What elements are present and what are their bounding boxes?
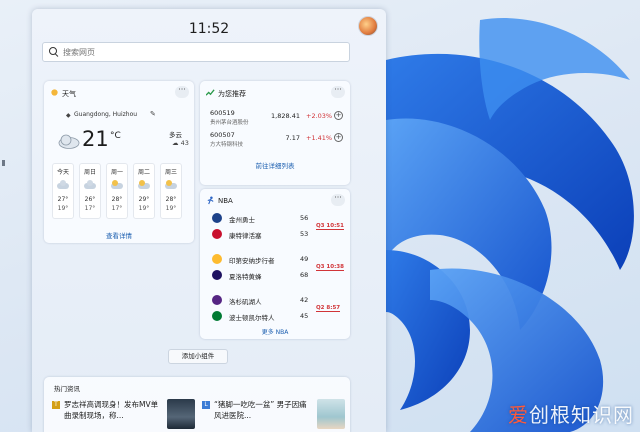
match-row[interactable]: 金州勇士 56 康特律活塞 53 Q3 10:51 <box>212 211 348 243</box>
basketball-player-icon <box>207 196 214 205</box>
partly-sunny-icon <box>138 180 150 190</box>
team-logo-icon <box>212 229 222 239</box>
team-logo-icon <box>212 254 222 264</box>
cloud-icon <box>58 134 80 149</box>
game-status: Q3 10:38 <box>316 264 344 271</box>
stock-chart-icon <box>206 89 215 96</box>
forecast-day[interactable]: 周三 28° 19° <box>160 163 182 219</box>
news-thumbnail <box>167 399 195 429</box>
game-status: Q2 8:57 <box>316 305 341 312</box>
news-source-icon: L <box>202 401 210 409</box>
news-thumbnail <box>317 399 345 429</box>
team-logo-icon <box>212 295 222 305</box>
match-row[interactable]: 印第安纳步行者 49 夏洛特黄蜂 68 Q3 10:38 <box>212 252 348 284</box>
team-logo-icon <box>212 311 222 321</box>
stock-row[interactable]: 600507 方大特钢科技 7.17 +1.41% + <box>210 131 343 151</box>
add-widget-button[interactable]: 添加小组件 <box>168 349 228 364</box>
stocks-card[interactable]: 为您推荐 ··· 600519 贵州茅台酒股份 1,828.41 +2.03% … <box>200 81 350 185</box>
forecast-strip: 今天 27° 19° 周日 26° 17° 周一 28° 17° 周二 29° <box>52 163 182 219</box>
forecast-day[interactable]: 今天 27° 19° <box>52 163 74 219</box>
weather-sun-icon <box>51 89 58 96</box>
search-input[interactable] <box>63 47 333 57</box>
news-item[interactable]: L “猪脚一吃吃一盆” 男子因痛风进医院... <box>202 399 352 432</box>
news-item[interactable]: T 罗志祥高调现身！发布MV单曲录制现场，称... <box>52 399 202 432</box>
weather-more-button[interactable]: ··· <box>175 86 189 98</box>
nba-title: NBA <box>218 197 233 205</box>
cloud-icon <box>84 180 96 190</box>
partly-sunny-icon <box>111 180 123 190</box>
search-icon <box>49 47 59 57</box>
news-section-title: 热门资讯 <box>54 385 80 393</box>
air-quality: ☁ 43 <box>172 139 189 147</box>
stocks-more-button[interactable]: ··· <box>331 86 345 98</box>
edge-marker <box>2 160 5 166</box>
add-stock-icon[interactable]: + <box>334 111 343 120</box>
nba-more-button[interactable]: ··· <box>331 194 345 206</box>
location-icon: ◆ <box>66 112 71 119</box>
temperature-unit: °C <box>110 131 121 141</box>
forecast-day[interactable]: 周一 28° 17° <box>106 163 128 219</box>
weather-location: Guangdong, Huizhou <box>74 111 138 118</box>
game-status: Q3 10:51 <box>316 223 344 230</box>
nba-card[interactable]: NBA ··· 金州勇士 56 康特律活塞 53 Q3 10:51 印第安纳步行… <box>200 189 350 339</box>
stock-row[interactable]: 600519 贵州茅台酒股份 1,828.41 +2.03% + <box>210 109 343 129</box>
team-logo-icon <box>212 270 222 280</box>
weather-details-link[interactable]: 查看详情 <box>44 230 194 240</box>
stocks-details-link[interactable]: 前往详细列表 <box>200 160 350 170</box>
weather-card[interactable]: 天气 ··· ◆ Guangdong, Huizhou ✎ 21 °C 多云 ☁… <box>44 81 194 243</box>
forecast-day[interactable]: 周日 26° 17° <box>79 163 101 219</box>
edit-location-icon[interactable]: ✎ <box>150 110 156 118</box>
add-stock-icon[interactable]: + <box>334 133 343 142</box>
current-temperature: 21 <box>82 127 109 151</box>
user-avatar[interactable] <box>358 16 378 36</box>
news-card[interactable]: 热门资讯 T 罗志祥高调现身！发布MV单曲录制现场，称... L “猪脚一吃吃一… <box>44 377 350 432</box>
clock: 11:52 <box>188 21 230 37</box>
search-box[interactable] <box>42 42 350 62</box>
widgets-panel: 11:52 天气 ··· ◆ Guangdong, Huizhou ✎ 21 °… <box>32 9 386 432</box>
weather-condition: 多云 <box>169 131 182 139</box>
weather-title: 天气 <box>62 90 76 98</box>
watermark: 爱创根知识网 <box>508 403 634 427</box>
stocks-title: 为您推荐 <box>218 90 246 98</box>
aqi-icon: ☁ <box>172 139 181 147</box>
news-source-icon: T <box>52 401 60 409</box>
team-logo-icon <box>212 213 222 223</box>
match-row[interactable]: 洛杉矶湖人 42 波士顿凯尔特人 45 Q2 8:57 <box>212 293 348 325</box>
nba-more-link[interactable]: 更多 NBA <box>200 327 350 336</box>
forecast-day[interactable]: 周二 29° 19° <box>133 163 155 219</box>
cloud-icon <box>57 180 69 190</box>
partly-sunny-icon <box>165 180 177 190</box>
